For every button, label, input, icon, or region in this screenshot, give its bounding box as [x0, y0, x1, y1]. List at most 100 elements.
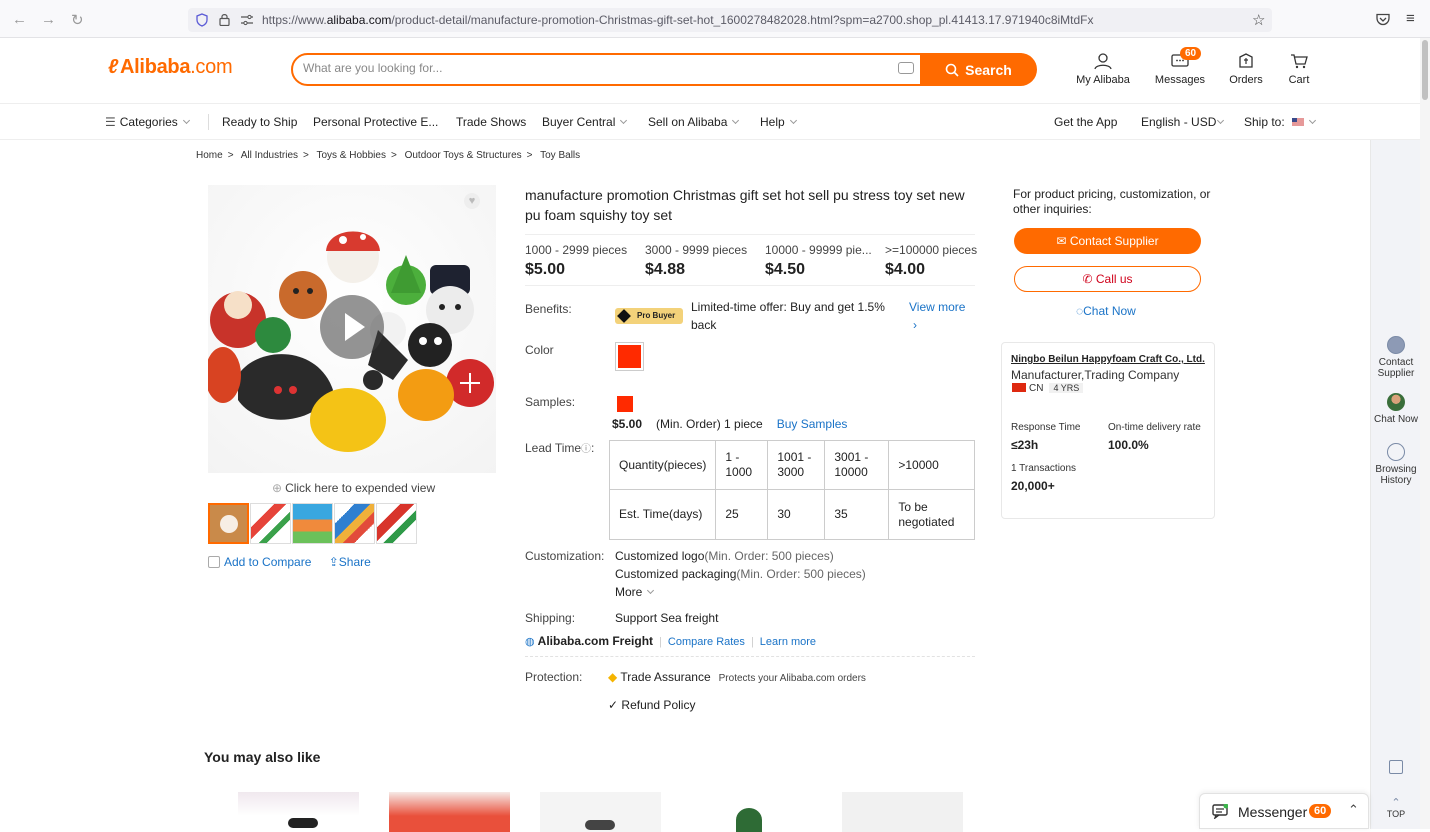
reload-icon[interactable]: ↻ — [71, 11, 84, 29]
cart-button[interactable]: Cart — [1284, 52, 1314, 86]
gallery-actions: Add to Compare ⇪Share — [208, 555, 371, 569]
play-video-button[interactable] — [320, 295, 384, 359]
table-cell: Est. Time(days) — [608, 489, 717, 540]
nav-trade-shows[interactable]: Trade Shows — [456, 115, 526, 129]
breadcrumb-home[interactable]: Home — [196, 150, 223, 161]
ship-to-select[interactable]: Ship to: — [1244, 115, 1317, 129]
forward-icon[interactable]: → — [41, 11, 56, 28]
messenger-widget[interactable]: Messenger 60 ⌃ — [1199, 793, 1369, 829]
language-currency-select[interactable]: English - USD — [1141, 115, 1225, 129]
alibaba-logo[interactable]: ℓ Alibaba.com — [108, 56, 233, 79]
trade-assurance-label[interactable]: Trade Assurance — [620, 670, 710, 684]
tier-quantity: >=100000 pieces — [885, 243, 978, 257]
price-tier: 1000 - 2999 pieces $5.00 — [525, 243, 640, 279]
rail-chat-now[interactable]: Chat Now — [1371, 393, 1421, 425]
get-app-link[interactable]: Get the App — [1054, 115, 1117, 129]
recommended-item[interactable] — [389, 792, 510, 832]
breadcrumb-toy-balls[interactable]: Toy Balls — [540, 150, 580, 161]
recommended-item[interactable] — [540, 792, 661, 832]
chat-now-label: Chat Now — [1083, 304, 1136, 318]
phone-icon: ✆ — [1082, 272, 1093, 286]
thumbnail-image-fill — [293, 504, 332, 543]
nav-help[interactable]: Help — [760, 115, 797, 129]
chevron-up-icon[interactable]: ⌃ — [1348, 802, 1359, 818]
recommended-item[interactable] — [691, 792, 812, 832]
share-button[interactable]: ⇪Share — [329, 555, 371, 569]
search-button-label: Search — [965, 61, 1012, 78]
thumbnail-image[interactable] — [250, 503, 291, 544]
rail-contact-label: Contact Supplier — [1377, 357, 1415, 379]
help-icon[interactable]: ⓘ — [581, 444, 591, 455]
thumbnail-image[interactable] — [376, 503, 417, 544]
add-to-compare-link[interactable]: Add to Compare — [224, 555, 311, 569]
chat-now-link[interactable]: ◌Chat Now — [1076, 304, 1136, 318]
tier-price: $4.88 — [645, 261, 686, 278]
ontime-label: On-time delivery rate — [1108, 422, 1201, 433]
thumbnail-image[interactable] — [292, 503, 333, 544]
recommended-item[interactable] — [238, 792, 359, 832]
color-swatch-red[interactable] — [615, 342, 644, 371]
feedback-icon[interactable] — [1371, 760, 1421, 774]
thumbnail-image-fill — [335, 504, 374, 543]
nav-sell-on-alibaba[interactable]: Sell on Alibaba — [648, 115, 740, 129]
lock-icon[interactable] — [219, 13, 230, 26]
avatar — [1387, 393, 1405, 411]
compare-checkbox[interactable] — [208, 556, 220, 568]
call-us-button[interactable]: ✆ Call us — [1014, 266, 1201, 292]
my-alibaba-button[interactable]: My Alibaba — [1076, 52, 1130, 86]
nav-help-label: Help — [760, 115, 785, 129]
nav-ready-to-ship[interactable]: Ready to Ship — [222, 115, 297, 129]
supplier-card: Ningbo Beilun Happyfoam Craft Co., Ltd. … — [1001, 342, 1215, 519]
menu-icon[interactable]: ≡ — [1406, 10, 1415, 27]
recommended-image — [288, 818, 318, 828]
pocket-icon[interactable] — [1376, 13, 1390, 26]
search-input[interactable] — [303, 61, 883, 75]
supplier-name[interactable]: Ningbo Beilun Happyfoam Craft Co., Ltd. — [1011, 354, 1205, 365]
bookmark-star-icon[interactable]: ☆ — [1252, 11, 1265, 29]
table-cell: Quantity(pieces) — [608, 440, 717, 490]
also-like-heading: You may also like — [204, 749, 321, 765]
search-button[interactable]: Search — [920, 53, 1037, 86]
nav-ppe[interactable]: Personal Protective E... — [313, 115, 438, 129]
breadcrumb-separator: > — [303, 150, 309, 161]
breadcrumb-toys-hobbies[interactable]: Toys & Hobbies — [316, 150, 385, 161]
product-main-image[interactable] — [208, 185, 496, 473]
breadcrumb-all-industries[interactable]: All Industries — [241, 150, 298, 161]
contact-supplier-button[interactable]: ✉ Contact Supplier — [1014, 228, 1201, 254]
camera-icon[interactable] — [898, 62, 914, 74]
nav-buyer-central[interactable]: Buyer Central — [542, 115, 628, 129]
cart-icon — [1291, 54, 1308, 69]
orders-button[interactable]: Orders — [1226, 52, 1266, 86]
clock-icon — [1387, 443, 1405, 461]
tier-quantity: 3000 - 9999 pieces — [645, 243, 748, 257]
favorite-heart-icon[interactable]: ♥ — [464, 193, 480, 209]
expanded-view-link[interactable]: ⊕ Click here to expended view — [272, 481, 435, 495]
address-bar[interactable]: https://www.alibaba.com/product-detail/m… — [188, 8, 1272, 32]
compare-rates-link[interactable]: Compare Rates — [668, 636, 745, 648]
thumbnail-image[interactable] — [334, 503, 375, 544]
scrollbar-thumb[interactable] — [1422, 40, 1428, 100]
tier-price: $5.00 — [525, 261, 566, 278]
back-to-top-button[interactable]: ⌃ TOP — [1381, 796, 1411, 819]
nav-categories[interactable]: ☰ Categories — [105, 115, 190, 129]
table-cell: 1001 - 3000 — [767, 440, 826, 490]
rail-browsing-history[interactable]: Browsing History — [1371, 443, 1421, 486]
table-row: Est. Time(days) 25 30 35 To be negotiate… — [608, 489, 976, 540]
chevron-down-icon — [1309, 116, 1317, 125]
learn-more-link[interactable]: Learn more — [760, 636, 816, 648]
recommended-item[interactable] — [842, 792, 963, 832]
buy-samples-link[interactable]: Buy Samples — [777, 417, 848, 431]
chevron-down-icon — [182, 116, 190, 125]
rail-contact-supplier[interactable]: Contact Supplier — [1371, 336, 1421, 379]
shield-icon[interactable] — [196, 13, 208, 27]
view-more-link[interactable]: View more › — [909, 298, 965, 334]
permissions-icon[interactable] — [240, 14, 254, 26]
back-icon[interactable]: ← — [12, 11, 27, 28]
breadcrumb-outdoor-toys[interactable]: Outdoor Toys & Structures — [405, 150, 522, 161]
page-scrollbar[interactable] — [1420, 38, 1430, 829]
more-toggle[interactable]: More — [615, 585, 655, 599]
refund-policy-row[interactable]: ✓ Refund Policy — [608, 698, 695, 712]
supplier-meta: CN 4 YRS — [1012, 383, 1084, 394]
us-flag-icon — [1292, 118, 1305, 126]
thumbnail-video[interactable] — [208, 503, 249, 544]
